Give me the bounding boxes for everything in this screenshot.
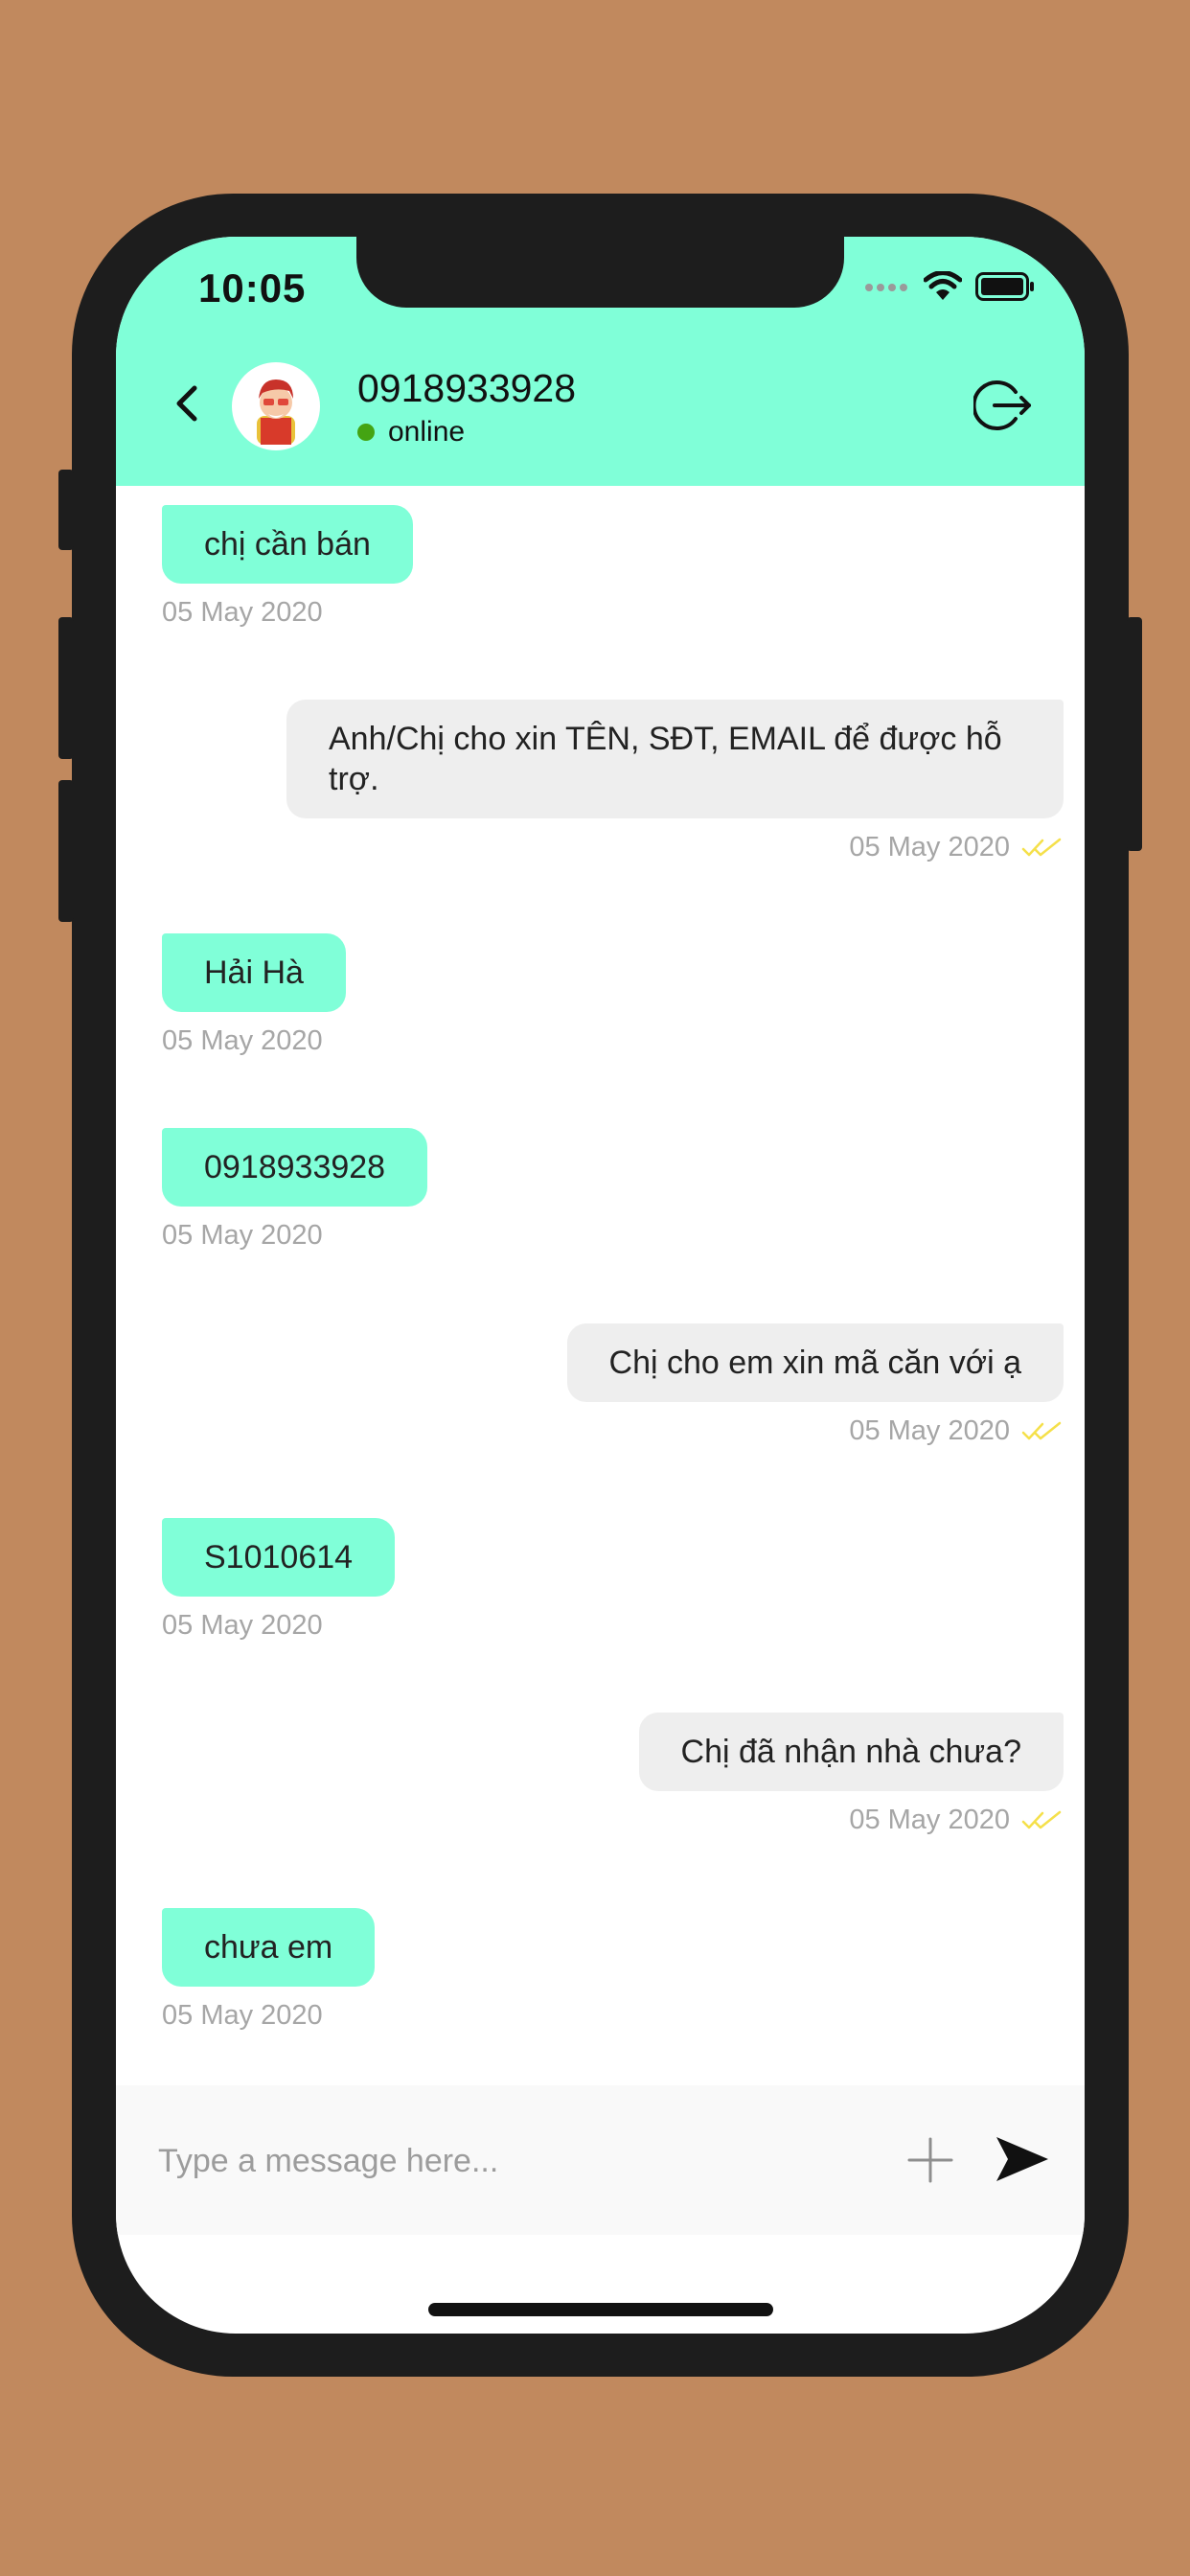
message-bubble[interactable]: Chị cho em xin mã căn với ạ [566,1323,1064,1402]
phone-volume-up [58,617,74,759]
double-check-icon [1021,1810,1062,1828]
status-icons [864,271,1035,302]
double-check-icon [1021,1421,1062,1439]
chevron-left-icon[interactable] [166,382,208,425]
message-input[interactable] [156,2129,888,2193]
message-outgoing: Chị cho em xin mã căn với ạ 05 May 2020 [566,1323,1064,1447]
status-time: 10:05 [198,265,307,310]
message-outgoing: Anh/Chị cho xin TÊN, SĐT, EMAIL để được … [286,700,1064,863]
message-meta: 05 May 2020 [639,1805,1064,1836]
message-incoming: chưa em 05 May 2020 [162,1908,376,2032]
online-dot-icon [357,424,375,441]
message-date: 05 May 2020 [162,2000,323,2031]
message-bubble[interactable]: Chị đã nhận nhà chưa? [638,1713,1064,1791]
message-bubble[interactable]: S1010614 [162,1518,396,1597]
message-date: 05 May 2020 [162,1025,323,1056]
message-meta: 05 May 2020 [567,1415,1064,1447]
wifi-icon [924,271,962,300]
home-indicator[interactable] [428,2303,773,2316]
send-icon[interactable] [995,2135,1050,2183]
message-bubble[interactable]: 0918933928 [162,1128,428,1207]
message-date: 05 May 2020 [849,1415,1010,1446]
message-list[interactable]: chị cần bán 05 May 2020 Anh/Chị cho xin … [116,486,1085,2321]
message-bubble[interactable]: chị cần bán [162,505,413,584]
notch [356,237,844,308]
double-check-icon [1021,838,1062,856]
message-outgoing: Chị đã nhận nhà chưa? 05 May 2020 [638,1713,1064,1836]
phone-power-button [1127,617,1142,851]
message-date: 05 May 2020 [162,1610,323,1641]
message-incoming: 0918933928 05 May 2020 [162,1128,428,1252]
avatar[interactable] [232,362,320,450]
message-incoming: S1010614 05 May 2020 [162,1518,396,1642]
message-incoming: chị cần bán 05 May 2020 [162,505,413,629]
contact-name: 0918933928 [357,366,577,410]
signal-icon [865,284,907,291]
message-date: 05 May 2020 [162,597,323,628]
logout-icon[interactable] [973,375,1035,436]
status-label: online [388,416,466,448]
phone-volume-down [58,780,74,922]
message-bubble[interactable]: Anh/Chị cho xin TÊN, SĐT, EMAIL để được … [286,700,1064,818]
message-bubble[interactable]: Hải Hà [162,933,346,1012]
message-incoming: Hải Hà 05 May 2020 [162,933,346,1057]
message-date: 05 May 2020 [849,1805,1010,1835]
message-date: 05 May 2020 [162,1220,323,1251]
plus-icon[interactable] [902,2131,959,2189]
message-date: 05 May 2020 [849,832,1010,862]
message-bubble[interactable]: chưa em [162,1908,376,1987]
phone-screen: 10:05 0918933928 online chị cần bán 05 M… [116,237,1085,2334]
avatar-icon [257,380,295,445]
message-meta: 05 May 2020 [286,832,1064,863]
message-composer [116,2085,1085,2235]
phone-mute-switch [58,470,74,550]
battery-icon [975,272,1034,301]
contact-status: online [357,416,465,448]
